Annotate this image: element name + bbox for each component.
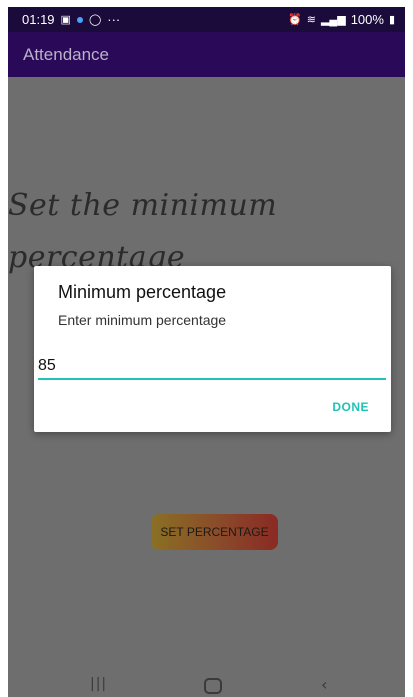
dot-icon	[76, 16, 83, 23]
status-time: 01:19	[22, 12, 55, 27]
battery-icon: ▮	[388, 13, 395, 26]
set-percentage-button[interactable]: SET PERCENTAGE	[151, 514, 278, 550]
dialog-title: Minimum percentage	[58, 282, 227, 302]
minimum-percentage-dialog: Minimum percentage Enter minimum percent…	[34, 266, 391, 432]
status-bar: 01:19 ▣ ◯ ··· ⏰ ≋ ▂▄▆ 100% ▮	[8, 7, 405, 32]
recents-icon[interactable]: |||	[90, 676, 107, 692]
back-icon[interactable]: ‹	[321, 675, 327, 694]
alarm-icon: ⏰	[288, 13, 302, 26]
percentage-input[interactable]	[38, 354, 386, 380]
app-bar: Attendance	[8, 32, 405, 77]
navigation-bar: ||| ‹	[8, 672, 405, 697]
battery-level: 100%	[350, 12, 384, 27]
wifi-icon: ≋	[306, 13, 316, 26]
status-left: 01:19 ▣ ◯ ···	[22, 12, 120, 27]
dialog-message: Enter minimum percentage	[58, 312, 227, 328]
app-title: Attendance	[23, 45, 110, 64]
phone-screen: 01:19 ▣ ◯ ··· ⏰ ≋ ▂▄▆ 100% ▮ Attendance …	[8, 7, 405, 697]
signal-icon: ▂▄▆	[320, 13, 346, 26]
done-button[interactable]: DONE	[332, 400, 369, 414]
status-more: ···	[107, 12, 121, 27]
whatsapp-icon: ◯	[88, 13, 102, 26]
status-right: ⏰ ≋ ▂▄▆ 100% ▮	[288, 12, 395, 27]
home-icon[interactable]	[204, 678, 222, 694]
gallery-icon: ▣	[60, 13, 71, 26]
